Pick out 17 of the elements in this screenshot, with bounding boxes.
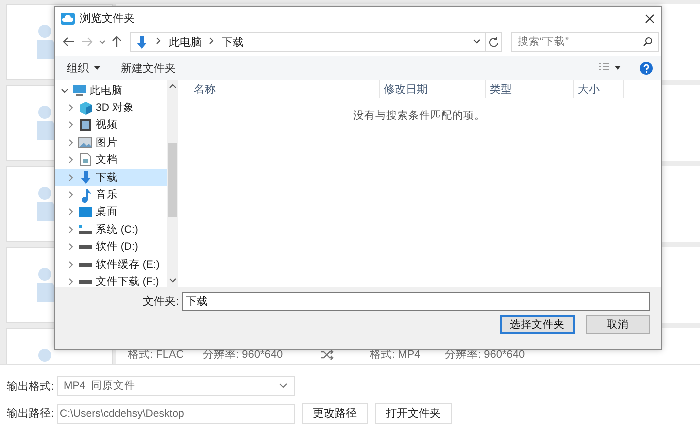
nav-label: 此电脑 [90,84,123,98]
nav-label: 系统 (C:) [96,222,138,237]
window-title: 浏览文件夹 [80,12,136,26]
folder-label: 文件夹: [142,294,179,309]
empty-message: 没有与搜索条件匹配的项。 [354,109,486,123]
nav-label: 音乐 [96,188,118,202]
format-label: 输出格式: [7,380,53,394]
nav-label: 文档 [96,153,118,168]
nav-label: 图片 [96,136,118,150]
nav-label: 软件 (D:) [96,240,138,254]
nav-label: 桌面 [96,205,118,220]
nav-label: 文件下载 (F:) [96,274,160,287]
nav-label: 3D 对象 [96,101,134,116]
nav-label: 下载 [96,170,118,185]
path-label: 输出路径: [7,407,53,421]
nav-label: 软件缓存 (E:) [96,258,160,272]
nav-label: 视频 [96,118,118,132]
